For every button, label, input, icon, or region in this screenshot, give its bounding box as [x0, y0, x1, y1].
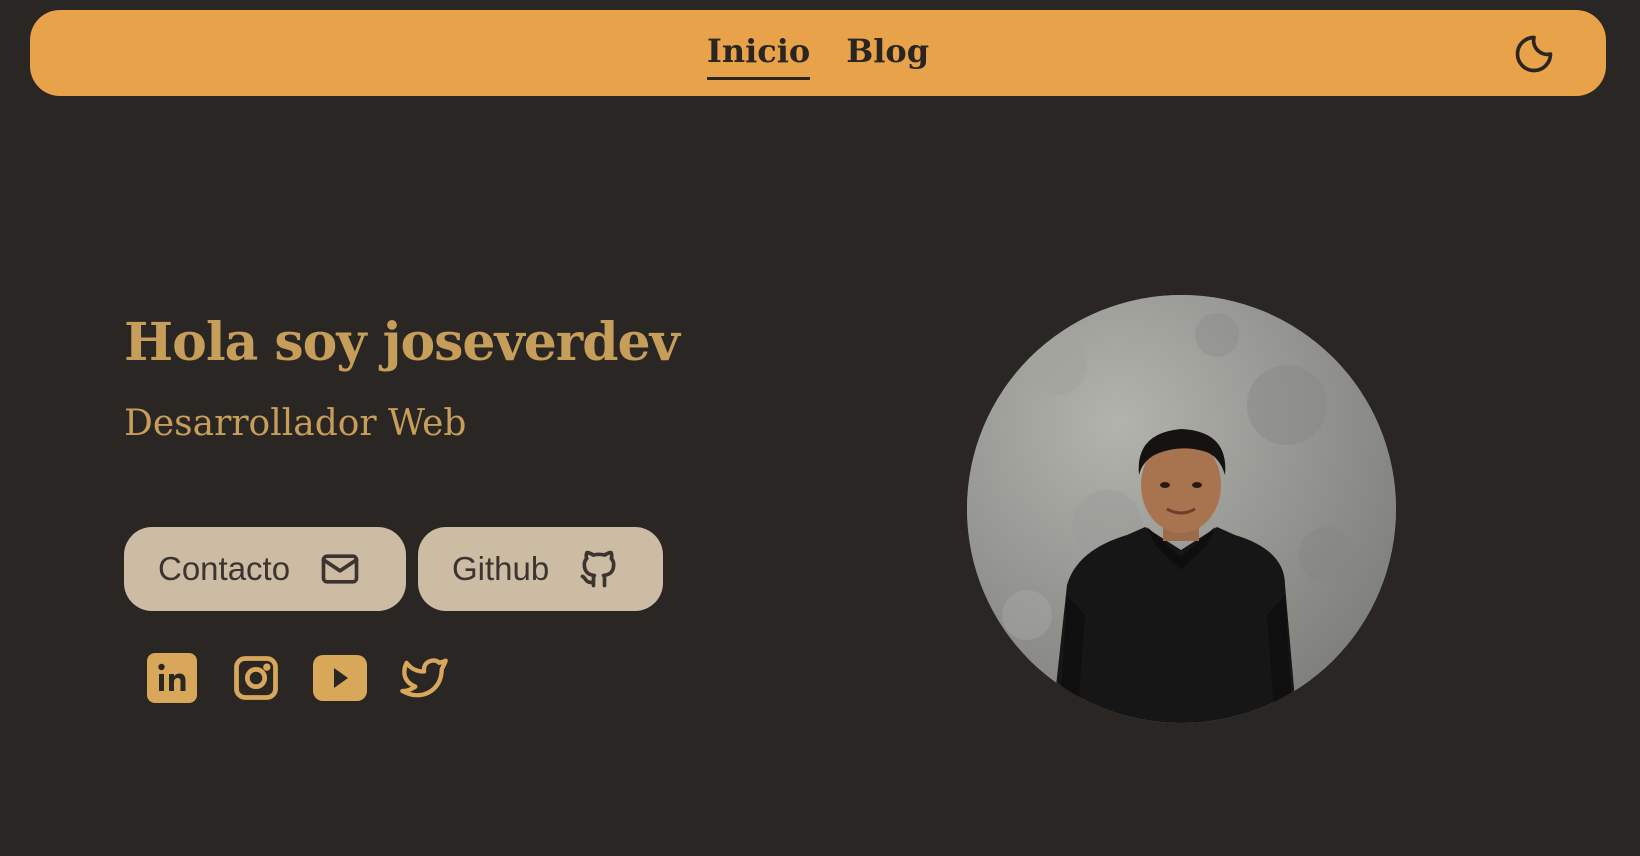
action-buttons: Contacto Github [124, 527, 663, 611]
github-icon [580, 550, 616, 588]
instagram-icon [234, 656, 278, 700]
theme-toggle-button[interactable] [1512, 32, 1556, 76]
mail-icon [321, 554, 359, 584]
youtube-link[interactable] [312, 650, 368, 706]
linkedin-icon [147, 653, 197, 703]
contact-button-label: Contacto [158, 550, 291, 587]
github-button[interactable]: Github [418, 527, 663, 611]
navbar: Inicio Blog [30, 10, 1606, 96]
nav-links: Inicio Blog [30, 10, 1606, 96]
instagram-link[interactable] [228, 650, 284, 706]
nav-link-inicio[interactable]: Inicio [706, 32, 811, 80]
github-button-label: Github [452, 550, 550, 587]
linkedin-link[interactable] [144, 650, 200, 706]
hero-subtitle: Desarrollador Web [124, 403, 467, 444]
social-links [144, 650, 452, 706]
twitter-icon [400, 658, 448, 698]
contact-button[interactable]: Contacto [124, 527, 406, 611]
youtube-icon [313, 655, 367, 701]
twitter-link[interactable] [396, 650, 452, 706]
profile-photo-illustration [967, 295, 1396, 723]
profile-photo [967, 295, 1396, 723]
hero-section: Hola soy joseverdev Desarrollador Web [124, 312, 680, 444]
hero-title: Hola soy joseverdev [124, 312, 680, 373]
moon-icon [1515, 35, 1553, 73]
nav-link-blog[interactable]: Blog [846, 32, 929, 74]
